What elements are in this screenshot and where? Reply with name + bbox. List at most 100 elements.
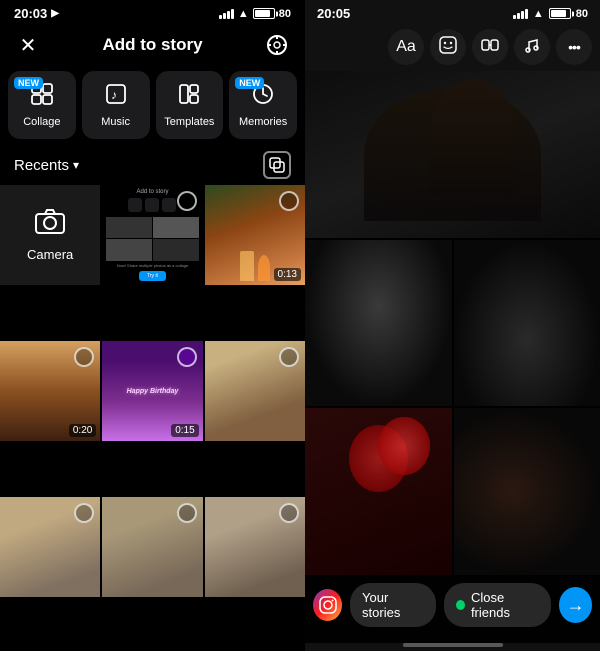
green-dot-icon bbox=[456, 600, 465, 610]
right-toolbar: Aa bbox=[305, 25, 600, 71]
story-photo-5 bbox=[454, 408, 600, 575]
story-area bbox=[305, 71, 600, 575]
bottom-bar: Your stories Close friends → bbox=[305, 575, 600, 643]
cell-select-family[interactable] bbox=[279, 347, 299, 367]
more-options-button[interactable]: ••• bbox=[556, 29, 592, 65]
svg-text:♪: ♪ bbox=[111, 88, 117, 102]
r-bar4 bbox=[525, 9, 528, 19]
sync-svg bbox=[266, 34, 288, 56]
collage-mini bbox=[106, 217, 198, 261]
battery-fill-right bbox=[551, 10, 566, 17]
emoji-button[interactable] bbox=[430, 29, 466, 65]
send-button[interactable]: → bbox=[559, 587, 592, 623]
sync-icon[interactable] bbox=[263, 31, 291, 59]
woman-cell[interactable]: 0:20 bbox=[0, 341, 100, 441]
inner-btn: Try it bbox=[139, 271, 166, 281]
instagram-logo-icon bbox=[318, 595, 338, 615]
close-friends-button[interactable]: Close friends bbox=[444, 583, 551, 627]
old-photo-2-cell[interactable] bbox=[102, 497, 202, 597]
woman-duration: 0:20 bbox=[69, 424, 96, 437]
story-photo-4 bbox=[305, 408, 452, 575]
tab-memories-label: Memories bbox=[239, 116, 287, 128]
old-photo-1-cell[interactable] bbox=[0, 497, 100, 597]
battery-icon-right bbox=[549, 8, 571, 19]
bw-embrace-bg bbox=[454, 240, 600, 407]
location-icon: ▶ bbox=[51, 8, 59, 19]
drinks-cell[interactable]: 0:13 bbox=[205, 185, 305, 285]
drinks-duration: 0:13 bbox=[274, 268, 301, 281]
camera-cell[interactable]: Camera bbox=[0, 185, 100, 285]
story-photo-3 bbox=[454, 240, 600, 407]
cell-select-old3[interactable] bbox=[279, 503, 299, 523]
birthday-text: Happy Birthday bbox=[127, 388, 179, 395]
music-note-icon bbox=[523, 36, 541, 59]
bw-kiss-bg bbox=[305, 240, 452, 407]
camera-svg bbox=[35, 208, 65, 234]
battery-icon-left bbox=[253, 8, 275, 19]
camera-label: Camera bbox=[27, 247, 73, 262]
chevron-down-icon: ▾ bbox=[73, 158, 79, 172]
copy-svg bbox=[269, 157, 285, 173]
close-button-left[interactable]: ✕ bbox=[14, 31, 42, 59]
select-multiple-icon[interactable] bbox=[263, 151, 291, 179]
birthday-cell[interactable]: Happy Birthday 0:15 bbox=[102, 341, 202, 441]
tab-collage-label: Collage bbox=[23, 116, 60, 128]
bar3 bbox=[227, 11, 230, 19]
birthday-duration: 0:15 bbox=[171, 424, 198, 437]
bar1 bbox=[219, 15, 222, 19]
photo-overlay-1 bbox=[305, 71, 600, 238]
wifi-icon-left: ▲ bbox=[238, 8, 249, 20]
left-panel: 20:03 ▶ ▲ 80 ✕ Add to story bbox=[0, 0, 305, 651]
tabs-row: NEW Collage ♪ Music bbox=[0, 67, 305, 147]
music-sticker-button[interactable] bbox=[514, 29, 550, 65]
cell-select-old2[interactable] bbox=[177, 503, 197, 523]
cell-select-1[interactable] bbox=[177, 191, 197, 211]
music-svg: ♪ bbox=[104, 82, 128, 106]
family-cell[interactable] bbox=[205, 341, 305, 441]
old-photo-3-cell[interactable] bbox=[205, 497, 305, 597]
cell-select-birthday[interactable] bbox=[177, 347, 197, 367]
drink-glass-1 bbox=[240, 251, 254, 281]
cell-select-woman[interactable] bbox=[74, 347, 94, 367]
link-svg bbox=[481, 36, 499, 54]
figure-2 bbox=[429, 79, 518, 196]
signal-bars-left bbox=[219, 9, 234, 19]
tab-templates-label: Templates bbox=[164, 116, 214, 128]
r-bar1 bbox=[513, 15, 516, 19]
your-stories-button[interactable]: Your stories bbox=[350, 583, 436, 627]
inner-icon-1 bbox=[128, 198, 142, 212]
r-bar2 bbox=[517, 13, 520, 19]
close-icon-left: ✕ bbox=[20, 33, 37, 58]
cell-select-old1[interactable] bbox=[74, 503, 94, 523]
cell-select-drinks[interactable] bbox=[279, 191, 299, 211]
top-bar-left: ✕ Add to story bbox=[0, 25, 305, 67]
recents-bar: Recents ▾ bbox=[0, 147, 305, 185]
status-indicators-left: ▲ 80 bbox=[219, 8, 291, 20]
tab-memories[interactable]: NEW Memories bbox=[229, 71, 297, 139]
r-bar3 bbox=[521, 11, 524, 19]
signal-bars-right bbox=[513, 9, 528, 19]
home-bar bbox=[403, 643, 503, 647]
mini-cell-2 bbox=[153, 217, 199, 238]
link-button[interactable] bbox=[472, 29, 508, 65]
text-icon: Aa bbox=[396, 38, 416, 56]
mini-cell-3 bbox=[106, 239, 152, 260]
page-title: Add to story bbox=[102, 35, 202, 55]
link-icon bbox=[481, 36, 499, 59]
templates-svg bbox=[177, 82, 201, 106]
status-bar-left: 20:03 ▶ ▲ 80 bbox=[0, 0, 305, 25]
media-grid: Camera Add to story Now! Share multiple … bbox=[0, 185, 305, 651]
story-photo-collage bbox=[305, 71, 600, 575]
memories-new-badge: NEW bbox=[235, 77, 264, 89]
music-icon: ♪ bbox=[104, 82, 128, 112]
tab-music[interactable]: ♪ Music bbox=[82, 71, 150, 139]
screenshot-cell[interactable]: Add to story Now! Share multiple photos … bbox=[102, 185, 202, 285]
text-style-button[interactable]: Aa bbox=[388, 29, 424, 65]
balloon-2 bbox=[378, 417, 429, 475]
recents-label[interactable]: Recents ▾ bbox=[14, 157, 79, 174]
music-note-svg bbox=[523, 36, 541, 54]
tab-templates[interactable]: Templates bbox=[156, 71, 224, 139]
bar2 bbox=[223, 13, 226, 19]
battery-pct-right: 80 bbox=[576, 8, 588, 20]
tab-collage[interactable]: NEW Collage bbox=[8, 71, 76, 139]
